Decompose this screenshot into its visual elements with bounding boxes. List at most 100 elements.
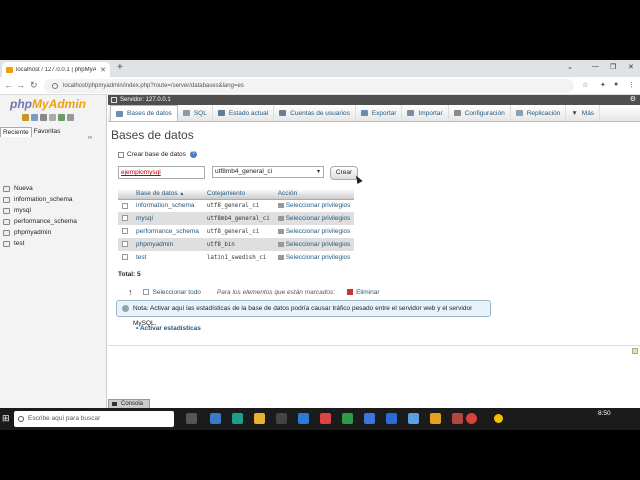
privileges-link[interactable]: Seleccionar privilegios — [274, 251, 355, 264]
home-icon[interactable] — [22, 114, 29, 121]
tab-replication[interactable]: Replicación — [511, 105, 567, 121]
tab-favorites[interactable]: Favoritas — [32, 127, 63, 137]
scroll-to-top-icon[interactable] — [632, 348, 638, 354]
app-icon[interactable] — [320, 413, 331, 424]
navigation-sidebar: phpMyAdmin Reciente Favoritas ∞ Nueva in… — [0, 95, 107, 418]
collation-cell: utf8_general_ci — [206, 202, 260, 209]
privileges-link[interactable]: Seleccionar privilegios — [274, 199, 355, 212]
reload-navigation-icon[interactable] — [58, 114, 65, 121]
taskbar-clock[interactable]: 8:50 — [598, 410, 611, 417]
tab-label: Replicación — [526, 109, 561, 117]
tree-item-mysql[interactable]: mysql — [3, 205, 77, 216]
delete-button[interactable]: Eliminar — [356, 289, 379, 296]
logout-icon[interactable] — [31, 114, 38, 121]
collation-select[interactable]: utf8mb4_general_ci ▾ — [212, 166, 324, 178]
browser-menu-icon[interactable]: ⋮ — [628, 81, 635, 89]
server-label[interactable]: Servidor: 127.0.0.1 — [120, 97, 171, 103]
phpmyadmin-logo[interactable]: phpMyAdmin — [10, 97, 86, 111]
app-icon[interactable] — [430, 413, 441, 424]
database-name-link[interactable]: test — [132, 251, 203, 264]
status-icon — [217, 110, 225, 116]
row-checkbox[interactable] — [122, 241, 128, 248]
privileges-link[interactable]: Seleccionar privilegios — [274, 225, 355, 238]
reload-icon[interactable]: ↻ — [30, 80, 38, 91]
header-checkbox-cell — [118, 189, 132, 200]
link-icon[interactable]: ∞ — [88, 135, 92, 141]
extensions-icon[interactable]: ✦ — [600, 81, 606, 89]
tree-item-phpmyadmin[interactable]: phpmyadmin — [3, 227, 77, 238]
minimize-icon[interactable]: — — [592, 63, 599, 70]
star-icon[interactable]: ☆ — [582, 81, 588, 89]
url-field[interactable]: localhost/phpmyadmin/index.php?route=/se… — [44, 79, 574, 93]
page-settings-icon[interactable]: ⚙ — [630, 95, 636, 105]
tab-label: Bases de datos — [127, 110, 172, 117]
tree-item-new[interactable]: Nueva — [3, 183, 77, 194]
back-icon[interactable]: ← — [4, 80, 13, 90]
app-icon[interactable] — [408, 413, 419, 424]
edge-icon[interactable] — [232, 413, 243, 424]
database-name-input[interactable]: ejemplomysql — [118, 166, 205, 179]
database-tree: Nueva information_schema mysql performan… — [3, 183, 77, 249]
database-name-link[interactable]: information_schema — [132, 199, 203, 212]
settings-icon[interactable] — [49, 114, 56, 121]
tab-more[interactable]: ▼ Más — [566, 105, 601, 121]
tab-sql[interactable]: SQL — [178, 105, 213, 121]
gear-icon[interactable] — [67, 114, 74, 121]
tree-item-label: mysql — [14, 207, 31, 214]
docs-icon[interactable] — [40, 114, 47, 121]
tab-export[interactable]: Exportar — [356, 105, 403, 121]
row-checkbox[interactable] — [122, 202, 128, 209]
task-view-icon[interactable] — [186, 413, 197, 424]
tab-import[interactable]: Importar — [402, 105, 449, 121]
database-name-link[interactable]: phpmyadmin — [132, 238, 203, 251]
profile-icon[interactable]: ● — [614, 81, 618, 88]
privileges-link[interactable]: Seleccionar privilegios — [273, 212, 355, 225]
chevron-down-icon[interactable]: ⌄ — [567, 63, 573, 71]
vscode-icon[interactable] — [364, 413, 375, 424]
enable-statistics-link[interactable]: • Activar estadísticas — [136, 325, 201, 332]
row-checkbox[interactable] — [122, 215, 128, 222]
store-icon[interactable] — [276, 413, 287, 424]
tab-settings[interactable]: Configuración — [449, 105, 511, 121]
tab-user-accounts[interactable]: Cuentas de usuarios — [274, 105, 356, 121]
select-all-label[interactable]: Seleccionar todo — [153, 289, 201, 296]
divider — [108, 345, 640, 346]
new-tab-icon[interactable]: + — [117, 62, 123, 73]
maximize-icon[interactable]: ❐ — [610, 63, 616, 71]
help-icon[interactable]: ? — [189, 151, 197, 158]
column-header-collation[interactable]: Cotejamiento — [202, 189, 274, 200]
close-tab-icon[interactable]: ✕ — [100, 66, 106, 74]
app-icon[interactable] — [386, 413, 397, 424]
excel-icon[interactable] — [342, 413, 353, 424]
tab-status[interactable]: Estado actual — [213, 105, 275, 121]
tab-recent[interactable]: Reciente — [0, 127, 32, 137]
database-name-link[interactable]: performance_schema — [132, 225, 203, 238]
privileges-link[interactable]: Seleccionar privilegios — [273, 238, 355, 251]
column-header-database[interactable]: Base de datos ▲ — [132, 189, 203, 200]
browser-tab[interactable]: localhost / 127.0.0.1 | phpMyAdm ✕ — [2, 62, 110, 77]
info-icon[interactable] — [52, 83, 58, 89]
tree-item-information-schema[interactable]: information_schema — [3, 194, 77, 205]
row-checkbox[interactable] — [122, 228, 128, 235]
tree-item-test[interactable]: test — [3, 238, 77, 249]
table-header-row: Base de datos ▲ Cotejamiento Acción — [118, 189, 355, 200]
row-checkbox[interactable] — [122, 254, 128, 261]
new-database-icon — [3, 185, 10, 192]
mail-icon[interactable] — [298, 413, 309, 424]
database-name-link[interactable]: mysql — [132, 212, 203, 225]
select-all-checkbox[interactable] — [142, 289, 149, 295]
forward-icon[interactable]: → — [16, 80, 25, 90]
chrome-icon[interactable] — [466, 413, 477, 424]
close-window-icon[interactable]: ✕ — [628, 63, 634, 71]
column-header-label: Base de datos — [136, 190, 178, 198]
tab-databases[interactable]: Bases de datos — [110, 105, 178, 121]
tree-item-performance-schema[interactable]: performance_schema — [3, 216, 77, 227]
table-row: test latin1_swedish_ci Seleccionar privi… — [118, 251, 354, 264]
file-explorer-icon[interactable] — [254, 413, 265, 424]
database-icon — [3, 207, 10, 214]
app-icon[interactable] — [452, 413, 463, 424]
app-icon[interactable] — [210, 413, 221, 424]
taskbar-search-input[interactable]: Escribe aquí para buscar — [14, 411, 174, 427]
windows-start-icon[interactable]: ⊞ — [2, 413, 10, 424]
weather-icon[interactable] — [494, 414, 503, 423]
